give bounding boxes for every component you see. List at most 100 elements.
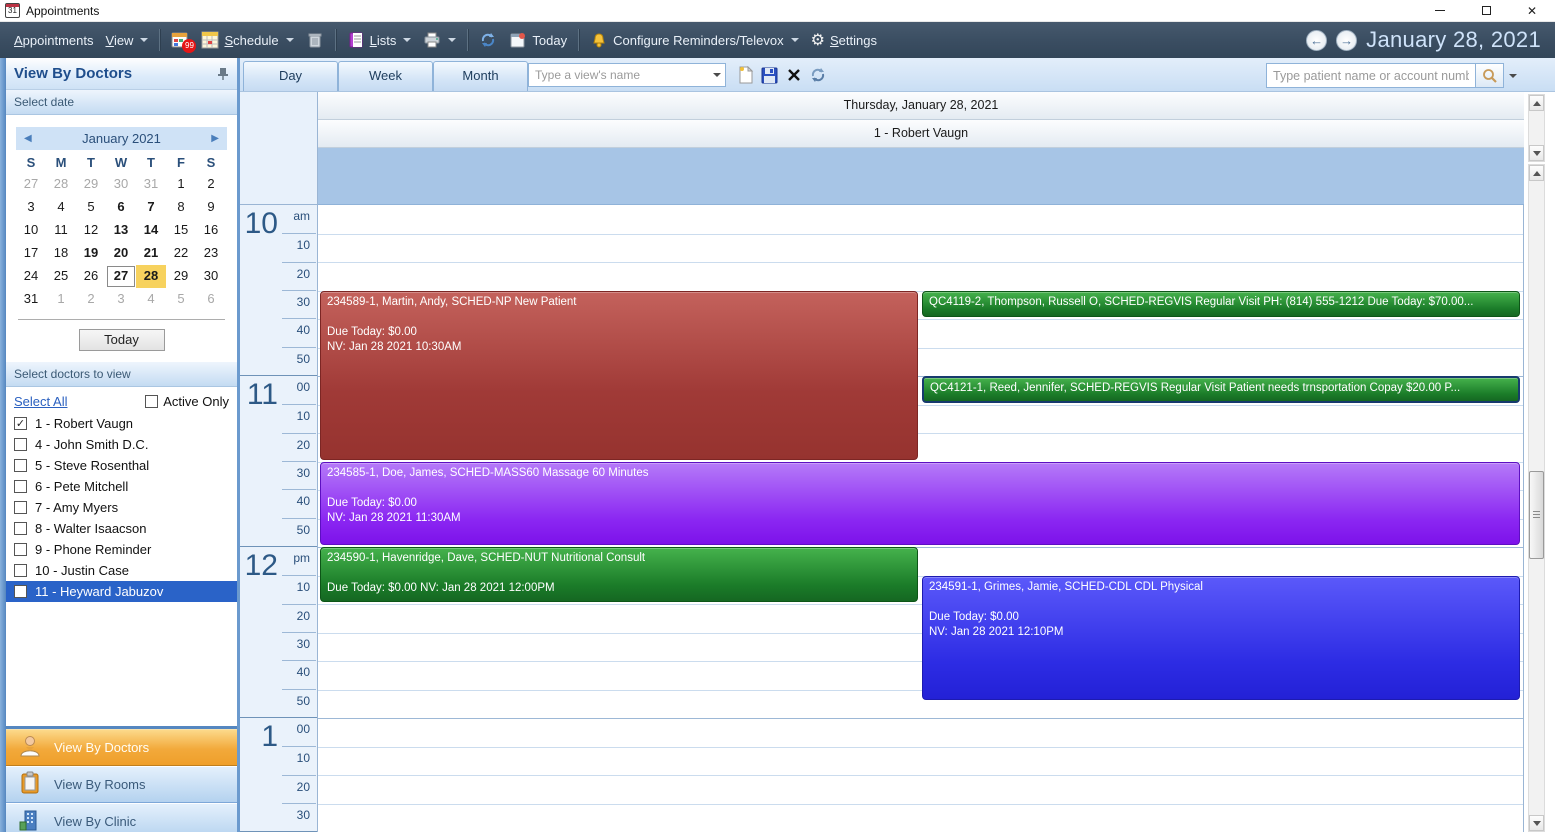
calendar-day[interactable]: 28: [46, 173, 76, 196]
search-options-button[interactable]: [1504, 63, 1522, 88]
calendar-day[interactable]: 30: [106, 173, 136, 196]
all-day-band[interactable]: [318, 148, 1524, 205]
calendar-day[interactable]: 14: [136, 219, 166, 242]
doctor-list-item[interactable]: 10 - Justin Case: [6, 560, 237, 581]
schedule-button[interactable]: Schedule: [195, 26, 299, 54]
active-only-checkbox-row[interactable]: Active Only: [145, 394, 229, 409]
select-all-link[interactable]: Select All: [14, 394, 67, 409]
scroll-down-button[interactable]: [1529, 145, 1544, 161]
doctor-list-item[interactable]: 6 - Pete Mitchell: [6, 476, 237, 497]
scrollbar-thumb[interactable]: [1529, 471, 1544, 559]
delete-view-button[interactable]: [782, 63, 805, 87]
calendar-day[interactable]: 30: [196, 265, 226, 288]
calendar-day[interactable]: 7: [136, 196, 166, 219]
doctor-checkbox[interactable]: [14, 543, 27, 556]
view-name-combo[interactable]: [528, 63, 726, 87]
calendar-day[interactable]: 3: [16, 196, 46, 219]
doctor-checkbox[interactable]: [14, 459, 27, 472]
calendar-day[interactable]: 4: [46, 196, 76, 219]
appointment-martin[interactable]: 234589-1, Martin, Andy, SCHED-NP New Pat…: [320, 291, 918, 460]
calendar-day[interactable]: 1: [166, 173, 196, 196]
calendar-day[interactable]: 15: [166, 219, 196, 242]
print-button[interactable]: [417, 26, 462, 54]
delete-appointment-button[interactable]: [300, 26, 330, 54]
refresh-button[interactable]: [473, 26, 503, 54]
calendar-day[interactable]: 21: [136, 242, 166, 265]
doctor-list-item[interactable]: 5 - Steve Rosenthal: [6, 455, 237, 476]
patient-search-input[interactable]: [1266, 63, 1476, 88]
minimize-button[interactable]: [1417, 0, 1463, 22]
calendar-day[interactable]: 4: [136, 288, 166, 311]
doctor-list-item[interactable]: 1 - Robert Vaugn: [6, 413, 237, 434]
calendar-day[interactable]: 26: [76, 265, 106, 288]
calendar-day[interactable]: 11: [46, 219, 76, 242]
calendar-day[interactable]: 18: [46, 242, 76, 265]
calendar-day[interactable]: 24: [16, 265, 46, 288]
doctor-checkbox[interactable]: [14, 480, 27, 493]
appointment-doe[interactable]: 234585-1, Doe, James, SCHED-MASS60 Massa…: [320, 462, 1520, 546]
new-view-button[interactable]: [734, 63, 757, 87]
search-button[interactable]: [1476, 63, 1504, 88]
calendar-day[interactable]: 9: [196, 196, 226, 219]
chevron-down-icon[interactable]: [709, 64, 725, 86]
calendar-day[interactable]: 10: [16, 219, 46, 242]
appointments-calendar-button[interactable]: 99: [165, 26, 195, 54]
settings-button[interactable]: ⚙ Settings: [805, 26, 883, 54]
today-button[interactable]: Today: [503, 26, 573, 54]
doctor-checkbox[interactable]: [14, 585, 27, 598]
maximize-button[interactable]: [1463, 0, 1509, 22]
calendar-day[interactable]: 12: [76, 219, 106, 242]
calendar-day[interactable]: 16: [196, 219, 226, 242]
view-button-view-by-rooms[interactable]: View By Rooms: [6, 766, 237, 803]
calendar-day[interactable]: 6: [106, 196, 136, 219]
schedule-grid[interactable]: 234589-1, Martin, Andy, SCHED-NP New Pat…: [318, 205, 1524, 832]
calendar-day[interactable]: 27: [16, 173, 46, 196]
scroll-up-button[interactable]: [1529, 165, 1544, 181]
calendar-day[interactable]: 29: [166, 265, 196, 288]
tab-week[interactable]: Week: [338, 61, 433, 91]
calendar-day[interactable]: 2: [76, 288, 106, 311]
doctor-checkbox[interactable]: [14, 417, 27, 430]
calendar-day[interactable]: 28: [136, 265, 166, 288]
calendar-day[interactable]: 1: [46, 288, 76, 311]
calendar-next-month-button[interactable]: ▶: [211, 133, 219, 144]
doctor-column-header[interactable]: 1 - Robert Vaugn: [318, 120, 1524, 148]
grid-scrollbar[interactable]: [1528, 164, 1545, 832]
calendar-day[interactable]: 27: [106, 265, 136, 288]
doctor-checkbox[interactable]: [14, 564, 27, 577]
calendar-day[interactable]: 8: [166, 196, 196, 219]
doctor-list-item[interactable]: 11 - Heyward Jabuzov: [6, 581, 237, 602]
appointment-reed[interactable]: QC4121-1, Reed, Jennifer, SCHED-REGVIS R…: [922, 376, 1520, 403]
close-button[interactable]: ✕: [1509, 0, 1555, 22]
calendar-day[interactable]: 22: [166, 242, 196, 265]
view-name-input[interactable]: [529, 68, 709, 82]
doctor-list-item[interactable]: 4 - John Smith D.C.: [6, 434, 237, 455]
previous-day-button[interactable]: ←: [1306, 30, 1327, 51]
view-button-view-by-doctors[interactable]: View By Doctors: [6, 729, 237, 766]
calendar-prev-month-button[interactable]: ◀: [24, 133, 32, 144]
lists-button[interactable]: Lists: [341, 26, 418, 54]
doctor-list-item[interactable]: 7 - Amy Myers: [6, 497, 237, 518]
calendar-day[interactable]: 5: [166, 288, 196, 311]
calendar-day[interactable]: 19: [76, 242, 106, 265]
header-scrollbar[interactable]: [1528, 94, 1545, 162]
tab-month[interactable]: Month: [433, 61, 528, 91]
menu-appointments[interactable]: Appointments: [8, 26, 100, 54]
calendar-day[interactable]: 23: [196, 242, 226, 265]
doctor-checkbox[interactable]: [14, 501, 27, 514]
tab-day[interactable]: Day: [243, 61, 338, 91]
save-view-button[interactable]: [758, 63, 781, 87]
refresh-view-button[interactable]: [806, 63, 829, 87]
configure-reminders-button[interactable]: Configure Reminders/Televox: [584, 26, 805, 54]
menu-view[interactable]: View: [100, 26, 155, 54]
appointment-havenridge[interactable]: 234590-1, Havenridge, Dave, SCHED-NUT Nu…: [320, 547, 918, 602]
doctor-checkbox[interactable]: [14, 522, 27, 535]
calendar-day[interactable]: 5: [76, 196, 106, 219]
calendar-day[interactable]: 20: [106, 242, 136, 265]
pin-icon[interactable]: [217, 67, 229, 81]
calendar-day[interactable]: 3: [106, 288, 136, 311]
calendar-day[interactable]: 6: [196, 288, 226, 311]
view-button-view-by-clinic[interactable]: View By Clinic: [6, 803, 237, 832]
calendar-day[interactable]: 25: [46, 265, 76, 288]
active-only-checkbox[interactable]: [145, 395, 158, 408]
